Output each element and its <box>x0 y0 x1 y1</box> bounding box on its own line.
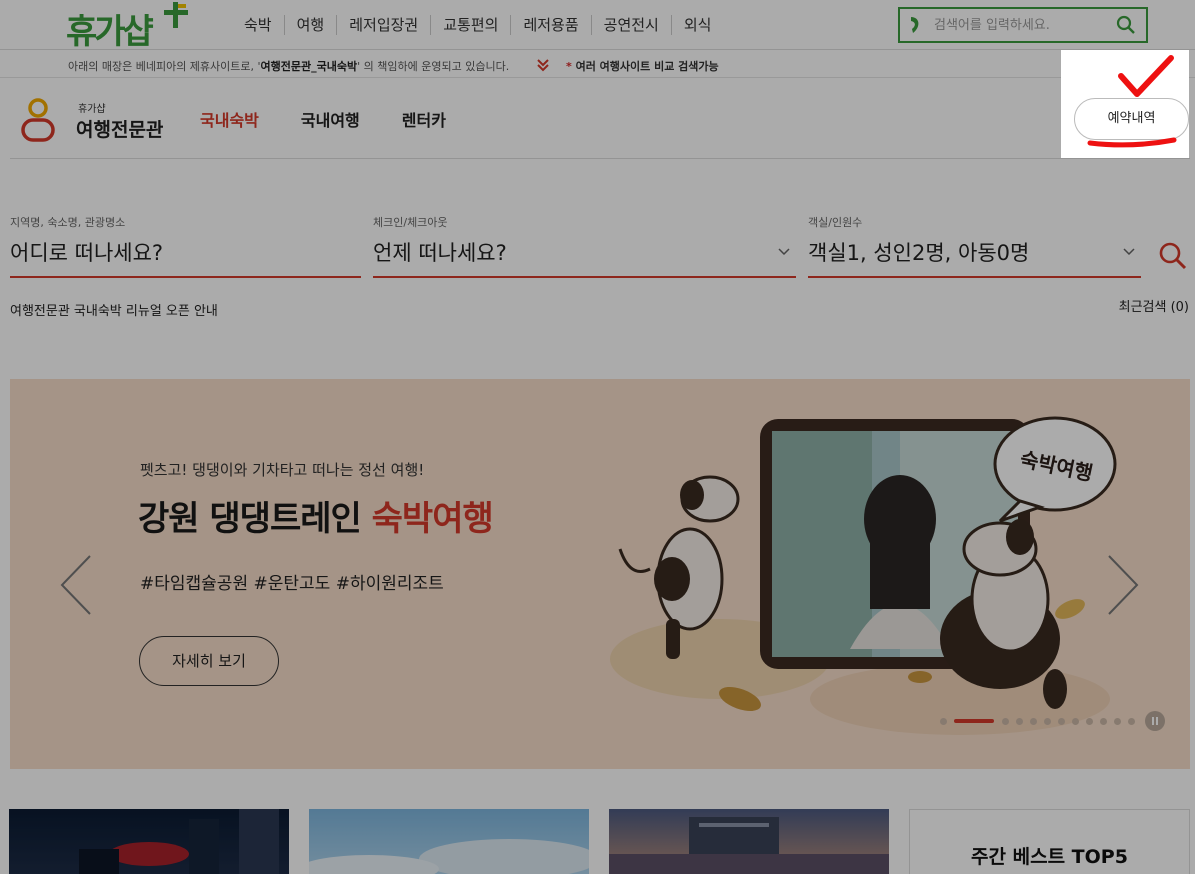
chevron-left-icon[interactable] <box>58 554 94 616</box>
reservation-history-button[interactable]: 예약내역 <box>1074 98 1189 140</box>
destination-value[interactable]: 어디로 떠나세요? <box>10 237 163 267</box>
brand-person-icon <box>21 98 55 142</box>
brand-small-text: 휴가샵 <box>78 104 106 115</box>
weekly-best-panel: 주간 베스트 TOP5 <box>909 809 1190 874</box>
top-nav-item[interactable]: 레저용품 <box>510 15 590 35</box>
double-chevron-down-icon[interactable] <box>537 58 549 72</box>
top-nav-item[interactable]: 외식 <box>670 15 724 35</box>
top-bar: 휴가샵 숙박 여행 레저입장권 교통편의 레저용품 공연전시 외식 <box>0 0 1195 52</box>
slide-dot[interactable] <box>1016 717 1023 725</box>
check-mark-icon <box>1118 55 1174 97</box>
promo-banner[interactable]: 펫츠고! 댕댕이와 기차타고 떠나는 정선 여행! 강원 댕댕트레인 숙박여행 … <box>10 379 1190 769</box>
slide-dot[interactable] <box>1058 717 1065 725</box>
slide-indicators <box>940 711 1165 731</box>
hotel-card-image[interactable] <box>609 809 889 874</box>
weekly-best-title: 주간 베스트 TOP5 <box>971 846 1128 868</box>
travel-header: 휴가샵 여행전문관 국내숙박 국내여행 렌터카 <box>10 80 1190 159</box>
hotel-building-image <box>609 817 889 874</box>
banner-illustration: 숙박여행 <box>610 416 1117 735</box>
date-label: 체크인/체크아웃 <box>373 216 448 229</box>
date-value[interactable]: 언제 떠나세요? <box>373 237 507 267</box>
city-night-image <box>79 809 279 874</box>
slide-dot[interactable] <box>1114 717 1121 725</box>
tab-domestic-travel[interactable]: 국내여행 <box>301 107 360 131</box>
compare-search-note: * 여러 여행사이트 비교 검색가능 <box>566 60 719 73</box>
travel-brand-logo[interactable]: 휴가샵 여행전문관 <box>20 98 170 148</box>
tab-domestic-stay[interactable]: 국내숙박 <box>200 107 259 131</box>
search-submit-icon[interactable] <box>1158 241 1188 271</box>
site-logo[interactable]: 휴가샵 <box>66 2 196 52</box>
top-nav-item[interactable]: 공연전시 <box>590 15 671 35</box>
search-icon[interactable] <box>1116 15 1136 35</box>
date-field[interactable]: 체크인/체크아웃 언제 떠나세요? <box>373 212 796 278</box>
top-nav-item[interactable]: 교통편의 <box>430 15 510 35</box>
slide-dot[interactable] <box>1128 717 1135 725</box>
slide-dot[interactable] <box>1044 717 1051 725</box>
slide-dot[interactable] <box>1100 717 1107 725</box>
underline-mark <box>1087 137 1177 148</box>
recent-search-link[interactable]: 최근검색 (0) <box>1119 296 1189 315</box>
view-details-button[interactable]: 자세히 보기 <box>139 636 279 686</box>
slide-dot-active[interactable] <box>954 719 994 723</box>
destination-field[interactable]: 지역명, 숙소명, 관광명소 어디로 떠나세요? <box>10 212 361 278</box>
brand-title: 여행전문관 <box>76 119 164 141</box>
top-nav-item[interactable]: 숙박 <box>232 15 284 35</box>
hotel-card-image[interactable] <box>9 809 289 874</box>
destination-label: 지역명, 숙소명, 관광명소 <box>10 216 126 229</box>
reservation-highlight: 예약내역 <box>1061 50 1189 158</box>
leaf-icon <box>911 17 919 33</box>
main-nav: 국내숙박 국내여행 렌터카 <box>200 107 488 131</box>
guest-label: 객실/인원수 <box>808 216 863 229</box>
pause-icon[interactable] <box>1145 711 1165 731</box>
banner-subtitle: 펫츠고! 댕댕이와 기차타고 떠나는 정선 여행! <box>140 461 425 479</box>
top-nav: 숙박 여행 레저입장권 교통편의 레저용품 공연전시 외식 <box>232 15 723 35</box>
slide-dot[interactable] <box>1086 717 1093 725</box>
tab-rent-car[interactable]: 렌터카 <box>402 107 446 131</box>
hotel-card-image[interactable] <box>309 809 589 874</box>
chevron-down-icon[interactable] <box>778 248 790 256</box>
top-search-box <box>898 7 1148 43</box>
slide-dot[interactable] <box>1072 717 1079 725</box>
slide-dot[interactable] <box>940 717 947 725</box>
slide-dot[interactable] <box>1002 717 1009 725</box>
chevron-down-icon[interactable] <box>1123 248 1135 256</box>
logo-text: 휴가샵 <box>66 12 154 52</box>
top-nav-item[interactable]: 여행 <box>283 15 337 35</box>
logo-plus-icon <box>164 2 188 28</box>
top-search-input[interactable] <box>934 13 1104 37</box>
slide-dot[interactable] <box>1030 717 1037 725</box>
guest-value[interactable]: 객실1, 성인2명, 아동0명 <box>808 237 1029 267</box>
sky-image <box>309 839 589 874</box>
top-nav-item[interactable]: 레저입장권 <box>336 15 430 35</box>
banner-tags: #타임캡슐공원 #운탄고도 #하이원리조트 <box>140 574 444 594</box>
notice-text: 아래의 매장은 베네피아의 제휴사이트로, '여행전문관_국내숙박' 의 책임하… <box>68 60 510 73</box>
guest-field[interactable]: 객실/인원수 객실1, 성인2명, 아동0명 <box>808 212 1141 278</box>
banner-title: 강원 댕댕트레인 숙박여행 <box>138 499 494 539</box>
renewal-notice-link[interactable]: 여행전문관 국내숙박 리뉴얼 오픈 안내 <box>10 300 218 319</box>
partner-notice: 아래의 매장은 베네피아의 제휴사이트로, '여행전문관_국내숙박' 의 책임하… <box>0 51 1195 78</box>
